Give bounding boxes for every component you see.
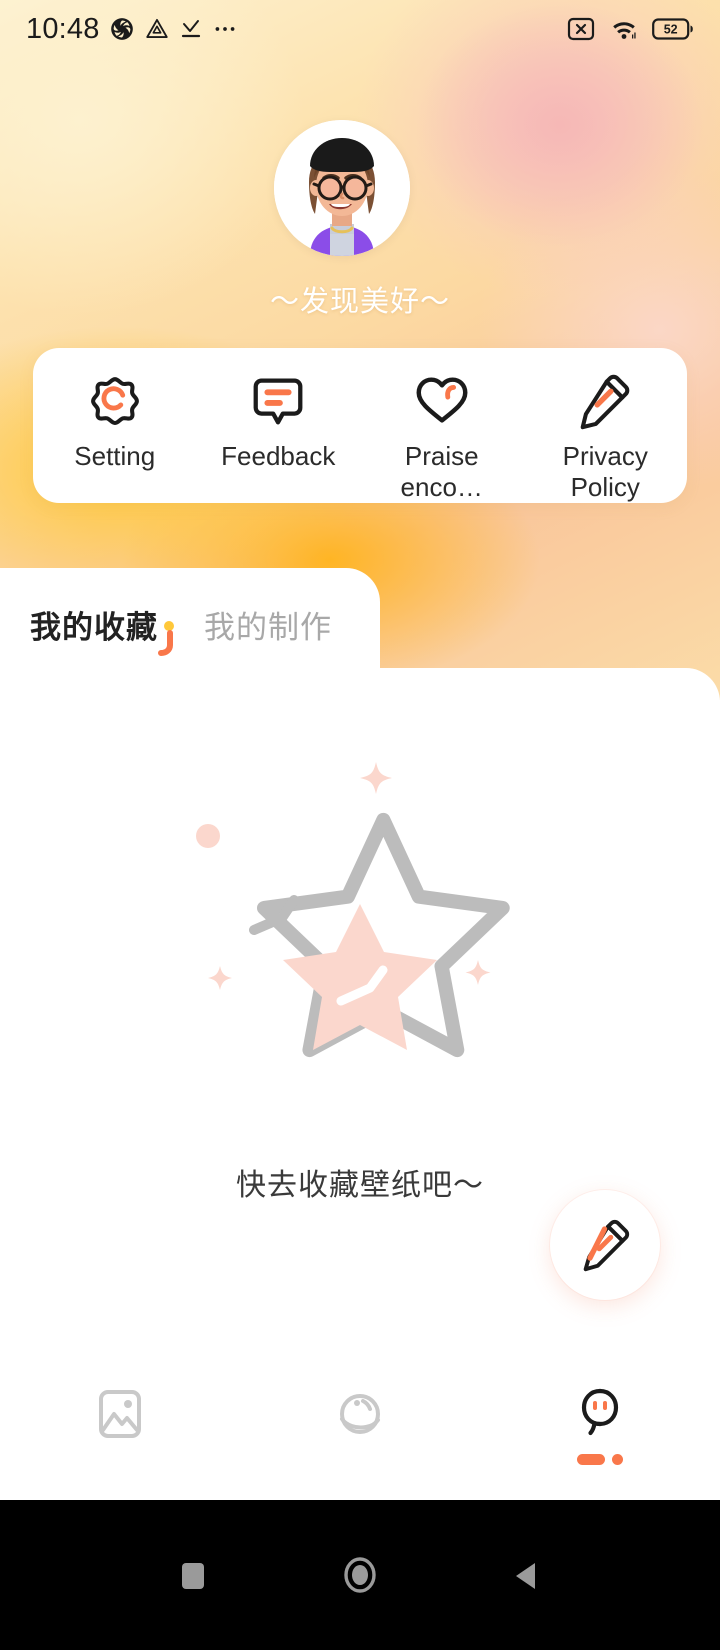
tab-active-mark-icon	[158, 620, 174, 656]
menu-label: Setting	[74, 441, 156, 471]
heart-icon	[416, 377, 468, 423]
ghost-face-icon	[581, 1388, 619, 1435]
image-icon	[99, 1389, 141, 1438]
tab-label: 我的收藏	[30, 609, 158, 645]
planet-icon	[339, 1393, 381, 1434]
pencil-icon	[583, 1219, 630, 1272]
triangle-app-icon	[145, 18, 168, 38]
status-bar-left: 10:48	[26, 13, 238, 46]
wifi-icon	[613, 22, 636, 39]
nav-indicator-dot	[612, 1453, 623, 1465]
avatar[interactable]	[274, 120, 410, 256]
username-text: ～发现美好～	[269, 286, 450, 318]
download-complete-icon	[181, 20, 200, 38]
menu-label: Praise enco…	[400, 441, 483, 503]
nav-item-discover[interactable]	[240, 1350, 480, 1500]
menu-item-praise[interactable]: Praise enco…	[360, 370, 524, 503]
speech-bubble-icon	[253, 378, 303, 425]
nav-active-indicator	[577, 1453, 623, 1465]
edit-fab-button[interactable]	[550, 1190, 660, 1300]
star-empty-illustration	[196, 762, 510, 1058]
android-navigation-bar	[0, 1500, 720, 1650]
gear-icon	[90, 377, 139, 426]
tab-creations[interactable]: 我的制作	[204, 602, 332, 647]
circle-icon[interactable]	[340, 1551, 380, 1599]
status-bar-right: 52	[566, 16, 694, 42]
tab-favorites[interactable]: 我的收藏	[30, 602, 174, 656]
menu-item-setting[interactable]: Setting	[33, 370, 197, 472]
pencil-icon	[580, 374, 630, 430]
nav-item-profile[interactable]	[480, 1350, 720, 1500]
menu-item-feedback[interactable]: Feedback	[197, 370, 361, 472]
square-icon[interactable]	[176, 1555, 210, 1595]
avatar-illustration	[274, 120, 410, 256]
quick-menu-card: Setting Feedback Praise enco… Privacy Po…	[33, 348, 687, 503]
status-bar-clock: 10:48	[26, 12, 100, 45]
tab-label: 我的制作	[204, 609, 332, 645]
phone-screen: 10:48 52 ～发现美好～ Setting Feedback Praise …	[0, 0, 720, 1650]
menu-label: Feedback	[221, 441, 336, 471]
more-dots-icon	[215, 27, 235, 31]
status-bar: 10:48 52	[0, 0, 720, 58]
menu-item-privacy[interactable]: Privacy Policy	[524, 370, 688, 503]
bottom-navigation-bar	[0, 1350, 720, 1500]
battery-icon: 52	[652, 18, 693, 40]
triangle-back-icon[interactable]	[510, 1555, 544, 1595]
sim-off-icon	[567, 17, 595, 41]
battery-level-text: 52	[664, 23, 678, 37]
menu-label: Privacy Policy	[562, 441, 648, 503]
shutter-app-icon	[110, 18, 133, 40]
tab-bar: 我的收藏 我的制作	[0, 568, 380, 680]
nav-item-wallpaper[interactable]	[0, 1350, 240, 1500]
nav-indicator-dash	[577, 1453, 605, 1465]
